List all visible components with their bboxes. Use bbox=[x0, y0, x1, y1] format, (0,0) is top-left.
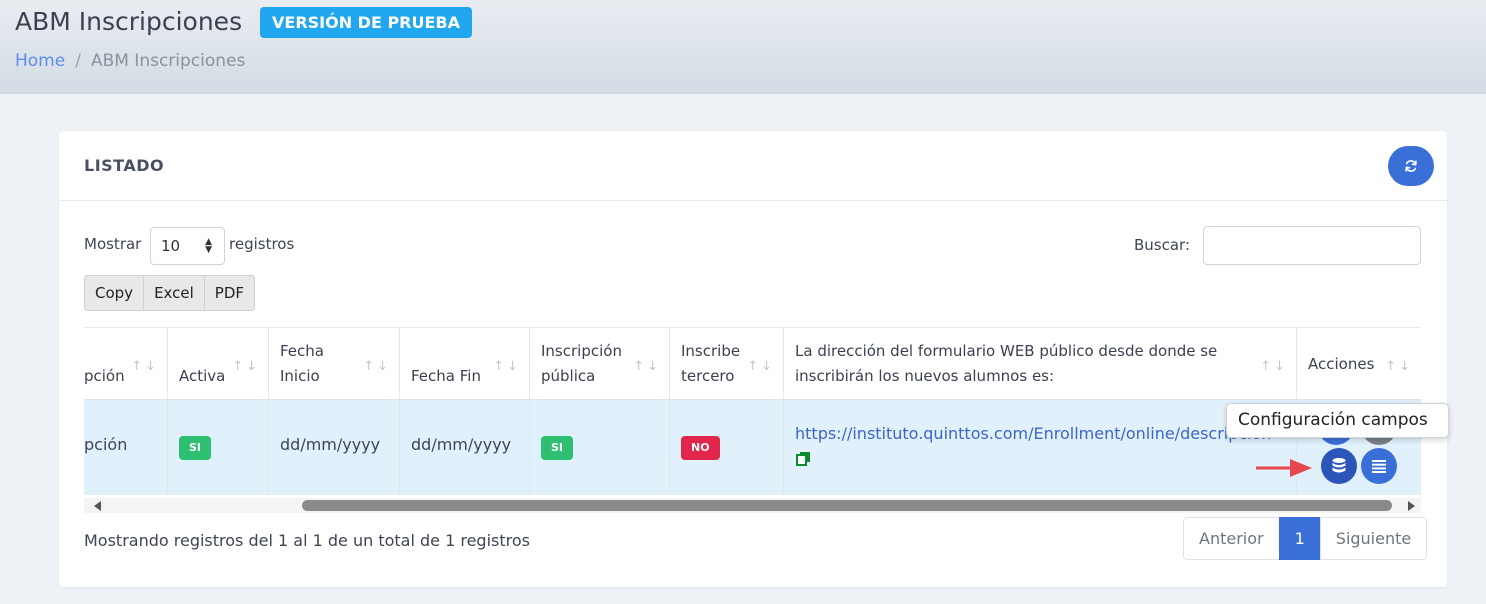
card-header: LISTADO bbox=[59, 131, 1447, 201]
table-info: Mostrando registros del 1 al 1 de un tot… bbox=[84, 531, 530, 550]
search-label: Buscar: bbox=[1134, 236, 1191, 254]
page-length-select[interactable]: 10 ▲ ▼ bbox=[150, 227, 225, 265]
sort-icon: ↑↓ bbox=[747, 359, 775, 374]
breadcrumb-home-link[interactable]: Home bbox=[15, 51, 65, 71]
refresh-button[interactable] bbox=[1388, 146, 1434, 186]
status-badge-no: NO bbox=[681, 436, 720, 460]
column-header-inscripcion-publica[interactable]: Inscripción pública ↑↓ bbox=[529, 328, 669, 399]
sort-icon: ↑↓ bbox=[1260, 359, 1288, 374]
column-header-descripcion[interactable]: pción ↑↓ bbox=[84, 328, 167, 399]
column-header-activa[interactable]: Activa ↑↓ bbox=[167, 328, 268, 399]
card-title: LISTADO bbox=[84, 156, 165, 175]
status-badge-si: SI bbox=[541, 436, 574, 460]
field-config-button[interactable] bbox=[1321, 448, 1357, 484]
breadcrumb: Home / ABM Inscripciones bbox=[15, 51, 245, 71]
sort-icon: ↑↓ bbox=[1385, 359, 1413, 374]
select-arrows-icon: ▲ ▼ bbox=[205, 237, 212, 255]
sort-icon: ↑↓ bbox=[363, 359, 391, 374]
copy-button[interactable]: Copy bbox=[84, 275, 145, 311]
trial-version-badge: VERSIÓN DE PRUEBA bbox=[260, 7, 472, 38]
pdf-button[interactable]: PDF bbox=[203, 275, 256, 311]
copy-link-icon[interactable] bbox=[796, 451, 811, 466]
table-header-row: pción ↑↓ Activa ↑↓ Fecha Inicio ↑↓ Fecha… bbox=[84, 327, 1421, 400]
cell-fecha-fin: dd/mm/yyyy bbox=[399, 400, 529, 495]
page-header: ABM Inscripciones VERSIÓN DE PRUEBA Home… bbox=[0, 0, 1486, 94]
pagination-next[interactable]: Siguiente bbox=[1319, 517, 1428, 560]
cell-descripcion: pción bbox=[84, 435, 128, 454]
export-buttons: Copy Excel PDF bbox=[84, 275, 256, 311]
page-title: ABM Inscripciones bbox=[15, 7, 243, 36]
scroll-right-arrow-icon[interactable] bbox=[1408, 501, 1415, 511]
list-icon bbox=[1372, 460, 1386, 473]
database-icon bbox=[1332, 458, 1346, 473]
breadcrumb-separator: / bbox=[75, 51, 81, 71]
cell-url-formulario: https://instituto.quinttos.com/Enrollmen… bbox=[783, 400, 1296, 495]
column-header-fecha-inicio[interactable]: Fecha Inicio ↑↓ bbox=[268, 328, 399, 399]
pagination: Anterior 1 Siguiente bbox=[1183, 517, 1428, 560]
show-label: Mostrar bbox=[84, 235, 142, 253]
sort-icon: ↑↓ bbox=[131, 359, 159, 374]
pagination-prev[interactable]: Anterior bbox=[1183, 517, 1280, 560]
sort-icon: ↑↓ bbox=[232, 359, 260, 374]
column-header-acciones[interactable]: Acciones ↑↓ bbox=[1296, 328, 1421, 399]
sort-icon: ↑↓ bbox=[633, 359, 661, 374]
column-header-fecha-fin[interactable]: Fecha Fin ↑↓ bbox=[399, 328, 529, 399]
data-table: pción ↑↓ Activa ↑↓ Fecha Inicio ↑↓ Fecha… bbox=[84, 327, 1421, 513]
pagination-page-1[interactable]: 1 bbox=[1278, 517, 1321, 560]
red-arrow-annotation bbox=[1256, 459, 1312, 477]
records-label: registros bbox=[229, 235, 295, 253]
table-row: pción SI dd/mm/yyyy dd/mm/yyyy SI NO htt… bbox=[84, 400, 1421, 495]
page-length-value: 10 bbox=[161, 237, 181, 255]
cell-inscripcion-publica: SI bbox=[529, 400, 669, 495]
status-badge-si: SI bbox=[179, 436, 212, 460]
cell-fecha-inicio: dd/mm/yyyy bbox=[268, 400, 399, 495]
scroll-left-arrow-icon[interactable] bbox=[94, 501, 101, 511]
list-details-button[interactable] bbox=[1361, 448, 1397, 484]
scrollbar-thumb[interactable] bbox=[302, 500, 1392, 511]
column-header-inscribe-tercero[interactable]: Inscribe tercero ↑↓ bbox=[669, 328, 783, 399]
column-header-url-formulario[interactable]: La dirección del formulario WEB público … bbox=[783, 328, 1296, 399]
breadcrumb-current: ABM Inscripciones bbox=[90, 51, 246, 71]
cell-activa: SI bbox=[167, 400, 268, 495]
horizontal-scrollbar[interactable] bbox=[84, 498, 1421, 513]
sort-icon: ↑↓ bbox=[493, 359, 521, 374]
refresh-icon bbox=[1405, 160, 1417, 172]
form-url-link[interactable]: https://instituto.quinttos.com/Enrollmen… bbox=[795, 424, 1290, 443]
excel-button[interactable]: Excel bbox=[143, 275, 205, 311]
search-input[interactable] bbox=[1203, 226, 1421, 265]
tooltip-field-config: Configuración campos bbox=[1226, 403, 1449, 438]
cell-inscribe-tercero: NO bbox=[669, 400, 783, 495]
